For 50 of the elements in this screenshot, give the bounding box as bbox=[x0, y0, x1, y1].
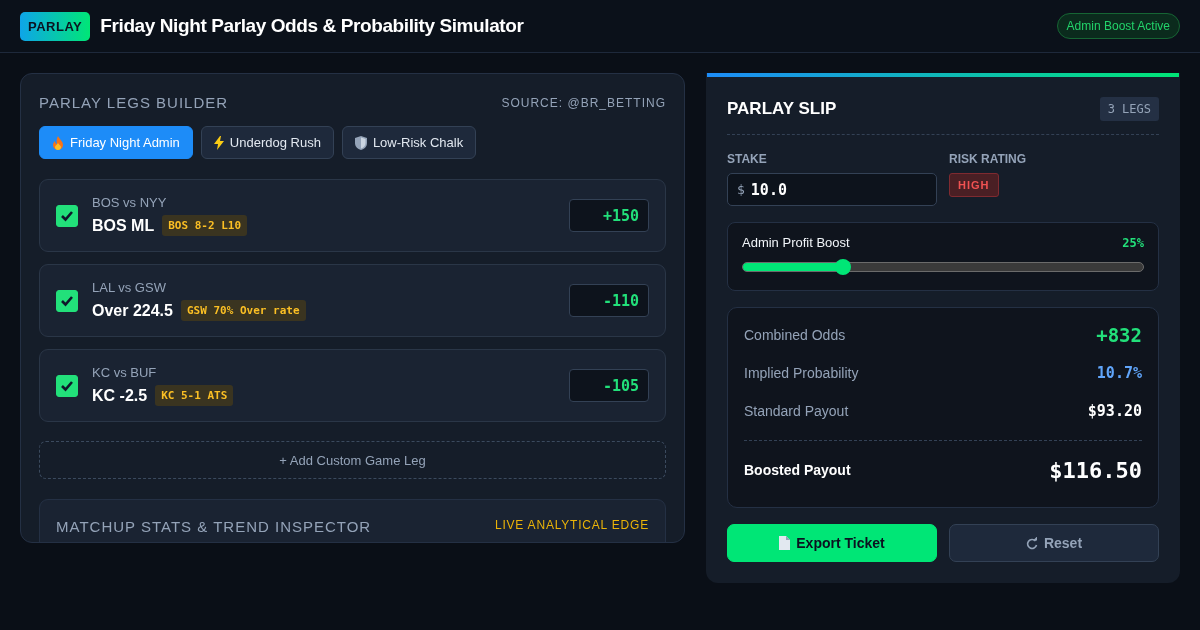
flame-icon bbox=[52, 135, 64, 150]
panel-title: PARLAY LEGS BUILDER bbox=[39, 94, 229, 111]
preset-tab[interactable]: Low-Risk Chalk bbox=[341, 126, 477, 159]
result-label: Boosted Payout bbox=[744, 462, 851, 478]
result-value: $93.20 bbox=[1087, 402, 1142, 420]
boost-slider[interactable] bbox=[742, 262, 1144, 272]
leg-checkbox[interactable] bbox=[56, 374, 78, 397]
result-label: Combined Odds bbox=[744, 327, 846, 343]
matchup-label: KC vs BUF bbox=[92, 365, 158, 380]
result-value: +832 bbox=[1096, 324, 1142, 346]
reset-button[interactable]: Reset bbox=[949, 524, 1159, 562]
reset-icon bbox=[1025, 536, 1038, 550]
stake-field[interactable]: $ 10.0 bbox=[727, 173, 937, 206]
legs-count-badge: 3 LEGS bbox=[1099, 97, 1159, 121]
result-value: 10.7% bbox=[1096, 364, 1142, 382]
odds-field[interactable]: +150 bbox=[569, 199, 649, 232]
leg-checkbox[interactable] bbox=[56, 289, 78, 312]
risk-badge: HIGH bbox=[949, 173, 999, 197]
source-label: SOURCE: @BR_BETTING bbox=[501, 95, 666, 110]
trend-tag: BOS 8-2 L10 bbox=[162, 215, 248, 236]
logo-badge: PARLAY bbox=[20, 11, 91, 41]
matchup-label: BOS vs NYY bbox=[92, 195, 168, 210]
document-icon bbox=[779, 536, 791, 550]
trend-tag: KC 5-1 ATS bbox=[155, 385, 234, 406]
inspector-title: MATCHUP STATS & TREND INSPECTOR bbox=[56, 518, 372, 535]
add-leg-button[interactable]: + Add Custom Game Leg bbox=[39, 441, 666, 479]
trend-tag: GSW 70% Over rate bbox=[180, 300, 306, 321]
export-button[interactable]: Export Ticket bbox=[727, 524, 937, 562]
pick-label: KC -2.5 bbox=[92, 386, 148, 405]
status-badge: Admin Boost Active bbox=[1056, 13, 1180, 39]
pick-label: Over 224.5 bbox=[92, 301, 173, 320]
result-label: Standard Payout bbox=[744, 403, 849, 419]
lightning-icon bbox=[213, 135, 224, 150]
slip-title: PARLAY SLIP bbox=[727, 99, 837, 119]
app-title: Friday Night Parlay Odds & Probability Simulator bbox=[100, 15, 524, 37]
result-value: $116.50 bbox=[1049, 457, 1142, 483]
matchup-label: LAL vs GSW bbox=[92, 280, 167, 295]
shield-icon bbox=[354, 135, 367, 150]
stake-label: STAKE bbox=[727, 152, 767, 166]
odds-field[interactable]: -110 bbox=[569, 284, 649, 317]
boost-label: Admin Profit Boost bbox=[742, 235, 850, 250]
slider-thumb[interactable] bbox=[835, 259, 851, 275]
leg-checkbox[interactable] bbox=[56, 204, 78, 227]
result-label: Implied Probability bbox=[744, 365, 859, 381]
live-tag: LIVE ANALYTICAL EDGE bbox=[494, 518, 649, 532]
preset-tab[interactable]: Underdog Rush bbox=[200, 126, 334, 159]
pick-label: BOS ML bbox=[92, 216, 155, 235]
odds-field[interactable]: -105 bbox=[569, 369, 649, 402]
risk-label: RISK RATING bbox=[949, 152, 1027, 166]
boost-reading: 25% bbox=[1122, 235, 1144, 250]
